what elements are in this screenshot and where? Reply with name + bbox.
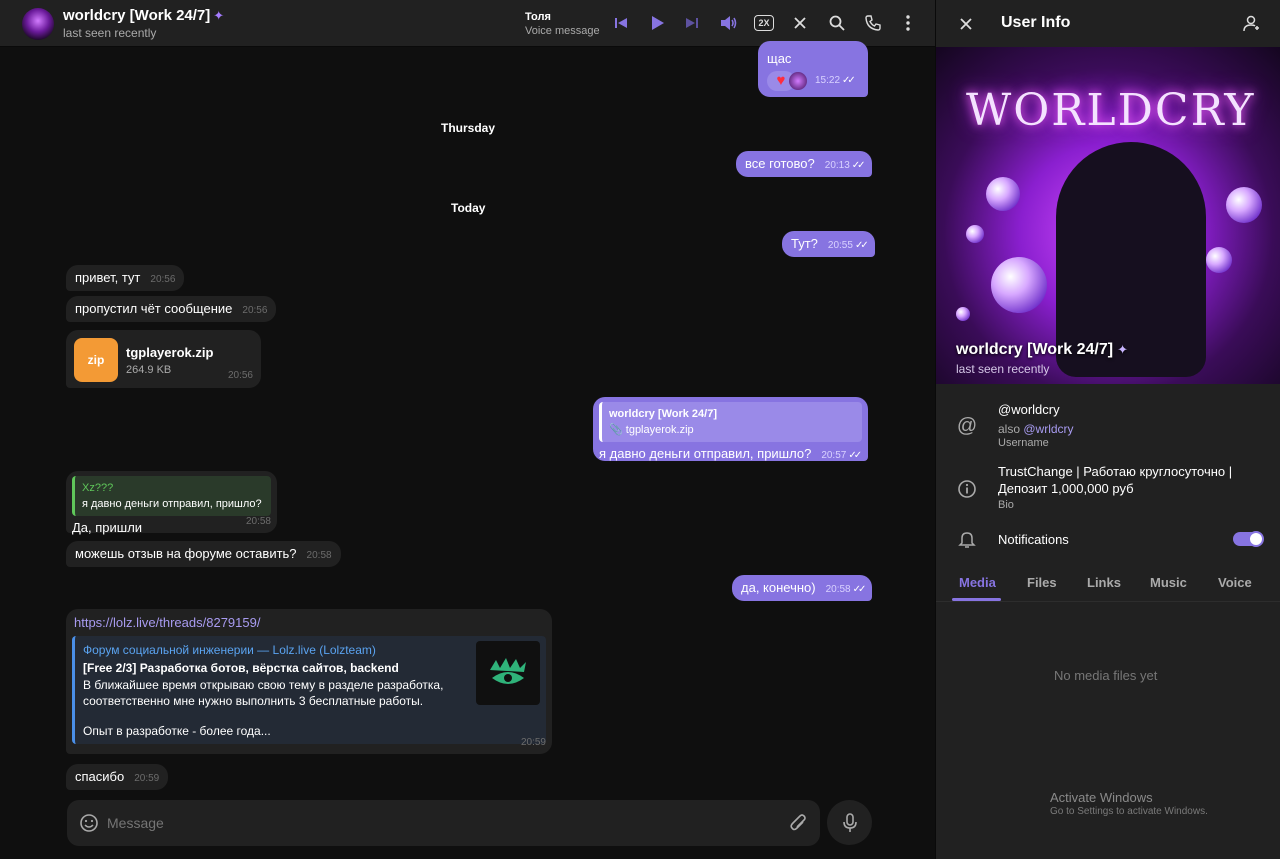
message-link[interactable]: https://lolz.live/threads/8279159/ [72, 615, 546, 631]
windows-activation-watermark: Activate Windows [1050, 790, 1153, 805]
next-track-icon[interactable] [680, 11, 704, 35]
sparkle-emoji-icon: ✦ [1117, 342, 1128, 357]
tab-links[interactable]: Links [1087, 575, 1121, 590]
message-outgoing[interactable]: Тут? 20:55 ✓✓ [782, 231, 875, 257]
edit-contact-icon[interactable] [1239, 12, 1263, 36]
tab-media[interactable]: Media [959, 575, 996, 590]
more-options-icon[interactable] [896, 11, 920, 35]
cover-orb [966, 225, 984, 243]
preview-site: Форум социальной инженерии — Lolz.live (… [83, 643, 376, 657]
tab-voice[interactable]: Voice [1218, 575, 1252, 590]
message-incoming[interactable]: можешь отзыв на форуме оставить? 20:58 [66, 541, 341, 567]
phone-icon[interactable] [861, 11, 885, 35]
also-username: also @wrldcry [998, 422, 1074, 436]
profile-status: last seen recently [956, 362, 1050, 376]
read-check-icon: ✓✓ [851, 160, 866, 171]
username-row[interactable]: @ @worldcry also @wrldcry Username [936, 400, 1280, 452]
username-value[interactable]: @worldcry [998, 401, 1060, 418]
cover-orb [1226, 187, 1262, 223]
player-subtitle: Voice message [525, 25, 600, 37]
notifications-row[interactable]: Notifications [936, 526, 1280, 552]
bio-text: TrustChange | Работаю круглосуточно | Де… [998, 464, 1233, 496]
message-input[interactable] [107, 810, 767, 836]
reply-quote[interactable]: Xz??? я давно деньги отправил, пришло? [72, 476, 271, 516]
preview-description: соответственно мне нужно выполнить 3 бес… [83, 694, 424, 708]
sparkle-emoji-icon: ✦ [213, 8, 225, 23]
cover-logo-text: WORLDCRY [966, 85, 1256, 136]
preview-description: В ближайшее время открываю свою тему в р… [83, 678, 444, 692]
message-composer[interactable] [67, 800, 820, 846]
link-message[interactable]: https://lolz.live/threads/8279159/ Форум… [66, 609, 552, 754]
message-outgoing[interactable]: все готово? 20:13 ✓✓ [736, 151, 872, 177]
read-check-icon: ✓✓ [852, 584, 867, 595]
read-check-icon: ✓✓ [842, 75, 856, 86]
link-preview[interactable]: Форум социальной инженерии — Lolz.live (… [72, 636, 546, 744]
info-icon [956, 478, 978, 500]
microphone-button[interactable] [827, 800, 872, 845]
read-check-icon: ✓✓ [848, 450, 862, 461]
bio-row[interactable]: TrustChange | Работаю круглосуточно | Де… [936, 462, 1280, 514]
bell-icon [956, 528, 978, 550]
cover-orb [986, 177, 1020, 211]
profile-name: worldcry [Work 24/7] ✦ [956, 341, 1128, 358]
attach-icon[interactable] [789, 813, 807, 838]
volume-icon[interactable] [716, 11, 740, 35]
message-incoming[interactable]: спасибо 20:59 [66, 764, 169, 790]
file-message[interactable]: zip tgplayerok.zip 264.9 KB 20:56 [66, 330, 261, 388]
chat-area: worldcry [Work 24/7] ✦ last seen recently… [0, 0, 935, 859]
reply-quote[interactable]: worldcry [Work 24/7] 📎 tgplayerok.zip [599, 402, 862, 442]
player-name[interactable]: Толя [525, 11, 551, 23]
previous-track-icon[interactable] [609, 11, 633, 35]
emoji-icon[interactable] [79, 813, 99, 838]
profile-cover-image[interactable]: WORLDCRY worldcry [Work 24/7] ✦ last seen… [936, 47, 1280, 384]
close-player-icon[interactable] [788, 11, 812, 35]
message-incoming[interactable]: привет, тут 20:56 [66, 265, 185, 291]
date-separator: Today [451, 201, 486, 215]
preview-title: [Free 2/3] Разработка ботов, вёрстка сай… [83, 661, 399, 675]
panel-title: User Info [1001, 14, 1071, 31]
reaction-avatar [789, 72, 807, 90]
chat-status: last seen recently [63, 26, 157, 40]
paperclip-icon: 📎 [609, 424, 623, 436]
reply-message-incoming[interactable]: Xz??? я давно деньги отправил, пришло? Д… [66, 471, 277, 535]
message-outgoing[interactable]: щас ♥ 15:22 ✓✓ [758, 41, 868, 97]
read-check-icon: ✓✓ [854, 240, 869, 251]
chat-title[interactable]: worldcry [Work 24/7] ✦ [63, 7, 224, 24]
microphone-icon [842, 812, 857, 832]
user-info-header: User Info [936, 0, 1280, 47]
message-list[interactable]: щас ♥ 15:22 ✓✓ Thursday все готово? 20:13 ✓… [0, 41, 935, 859]
tab-music[interactable]: Music [1150, 575, 1187, 590]
active-tab-indicator [952, 598, 1001, 601]
windows-activation-hint: Go to Settings to activate Windows. [1050, 806, 1208, 817]
cover-orb [991, 257, 1047, 313]
media-tabs: Media Files Links Music Voice [936, 566, 1280, 602]
bio-label: Bio [998, 499, 1014, 511]
preview-thumbnail[interactable] [476, 641, 540, 705]
username-label: Username [998, 437, 1049, 449]
notifications-label: Notifications [998, 532, 1069, 547]
empty-media-text: No media files yet [1054, 668, 1158, 683]
close-icon[interactable] [954, 12, 978, 36]
chat-header: worldcry [Work 24/7] ✦ last seen recently… [0, 0, 935, 47]
file-size: 264.9 KB [126, 364, 172, 376]
play-icon[interactable] [645, 11, 669, 35]
file-name[interactable]: tgplayerok.zip [126, 345, 213, 361]
search-icon[interactable] [825, 11, 849, 35]
at-sign-icon: @ [956, 414, 978, 437]
message-outgoing[interactable]: да, конечно) 20:58 ✓✓ [732, 575, 873, 601]
playback-speed-button[interactable]: 2X [752, 11, 776, 35]
tab-files[interactable]: Files [1027, 575, 1057, 590]
user-info-panel: User Info WORLDCRY worldcry [Work 24/7] ✦… [935, 0, 1280, 859]
zip-file-icon[interactable]: zip [74, 338, 118, 382]
cover-orb [1206, 247, 1232, 273]
chat-avatar[interactable] [22, 8, 54, 40]
date-separator: Thursday [441, 121, 496, 135]
notifications-toggle[interactable] [1233, 531, 1264, 547]
message-incoming[interactable]: пропустил чёт сообщение 20:56 [66, 296, 277, 322]
cover-orb [956, 307, 970, 321]
preview-description: Опыт в разработке - более года... [83, 724, 271, 738]
reply-message-outgoing[interactable]: worldcry [Work 24/7] 📎 tgplayerok.zip я … [593, 397, 868, 461]
lolz-logo-icon [490, 658, 526, 684]
